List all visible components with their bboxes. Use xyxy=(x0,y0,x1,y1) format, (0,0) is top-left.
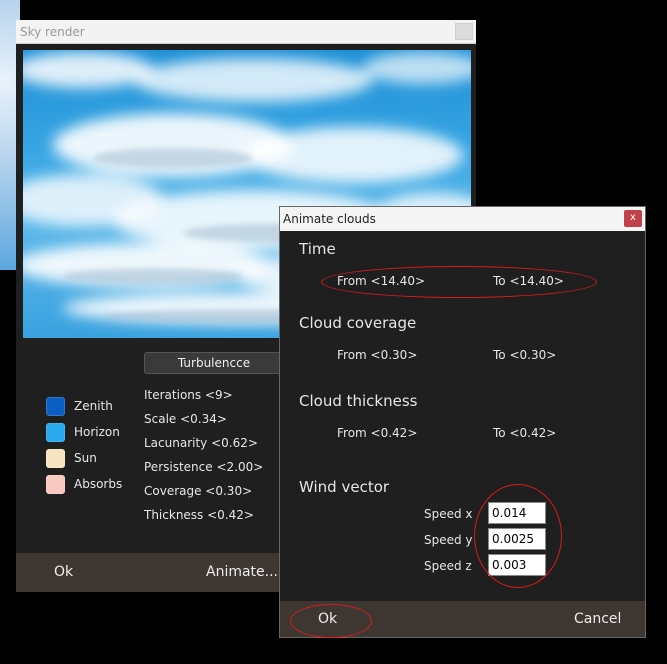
thickness-section-title: Cloud thickness xyxy=(299,392,418,410)
animate-clouds-dialog: Animate clouds x Time From <14.40> To <1… xyxy=(279,206,646,638)
coverage-section-title: Cloud coverage xyxy=(299,314,417,332)
thickness-to[interactable]: To <0.42> xyxy=(493,426,556,440)
speed-y-input[interactable] xyxy=(488,528,546,550)
sky-ok-button[interactable]: Ok xyxy=(54,553,73,592)
horizon-color-swatch[interactable] xyxy=(46,422,65,442)
param-thickness[interactable]: Thickness <0.42> xyxy=(144,508,254,522)
sky-render-titlebar: Sky render xyxy=(16,20,476,44)
thickness-from[interactable]: From <0.42> xyxy=(337,426,417,440)
time-from[interactable]: From <14.40> xyxy=(337,274,425,288)
absorbs-color-swatch[interactable] xyxy=(46,474,65,494)
speed-y-label: Speed y xyxy=(424,533,473,547)
param-lacunarity[interactable]: Lacunarity <0.62> xyxy=(144,436,258,450)
turbulence-button[interactable]: Turbulencce xyxy=(144,352,284,374)
swatch-sun[interactable]: Sun xyxy=(46,448,97,468)
swatch-absorbs[interactable]: Absorbs xyxy=(46,474,122,494)
speed-z-input[interactable] xyxy=(488,554,546,576)
cancel-button[interactable]: Cancel xyxy=(574,601,621,637)
wind-section-title: Wind vector xyxy=(299,478,390,496)
swatch-label: Sun xyxy=(74,451,97,465)
param-scale[interactable]: Scale <0.34> xyxy=(144,412,227,426)
sky-render-close-button[interactable] xyxy=(455,23,473,40)
zenith-color-swatch[interactable] xyxy=(46,396,65,416)
animate-clouds-title: Animate clouds xyxy=(283,212,376,226)
param-coverage[interactable]: Coverage <0.30> xyxy=(144,484,252,498)
coverage-from[interactable]: From <0.30> xyxy=(337,348,417,362)
sun-color-swatch[interactable] xyxy=(46,448,65,468)
time-to[interactable]: To <14.40> xyxy=(493,274,564,288)
swatch-label: Absorbs xyxy=(74,477,123,491)
close-icon[interactable]: x xyxy=(624,210,642,227)
swatch-horizon[interactable]: Horizon xyxy=(46,422,120,442)
param-iterations[interactable]: Iterations <9> xyxy=(144,388,233,402)
animate-clouds-footer: Ok Cancel xyxy=(280,601,645,637)
speed-x-input[interactable] xyxy=(488,502,546,524)
animate-clouds-titlebar: Animate clouds x xyxy=(280,207,645,231)
param-persistence[interactable]: Persistence <2.00> xyxy=(144,460,263,474)
speed-z-label: Speed z xyxy=(424,559,472,573)
speed-x-label: Speed x xyxy=(424,507,473,521)
coverage-to[interactable]: To <0.30> xyxy=(493,348,556,362)
anim-ok-button[interactable]: Ok xyxy=(318,601,337,637)
time-section-title: Time xyxy=(299,240,336,258)
swatch-label: Zenith xyxy=(74,399,113,413)
swatch-label: Horizon xyxy=(74,425,120,439)
swatch-zenith[interactable]: Zenith xyxy=(46,396,113,416)
animate-button[interactable]: Animate... xyxy=(206,553,278,592)
sky-render-title: Sky render xyxy=(20,25,85,39)
